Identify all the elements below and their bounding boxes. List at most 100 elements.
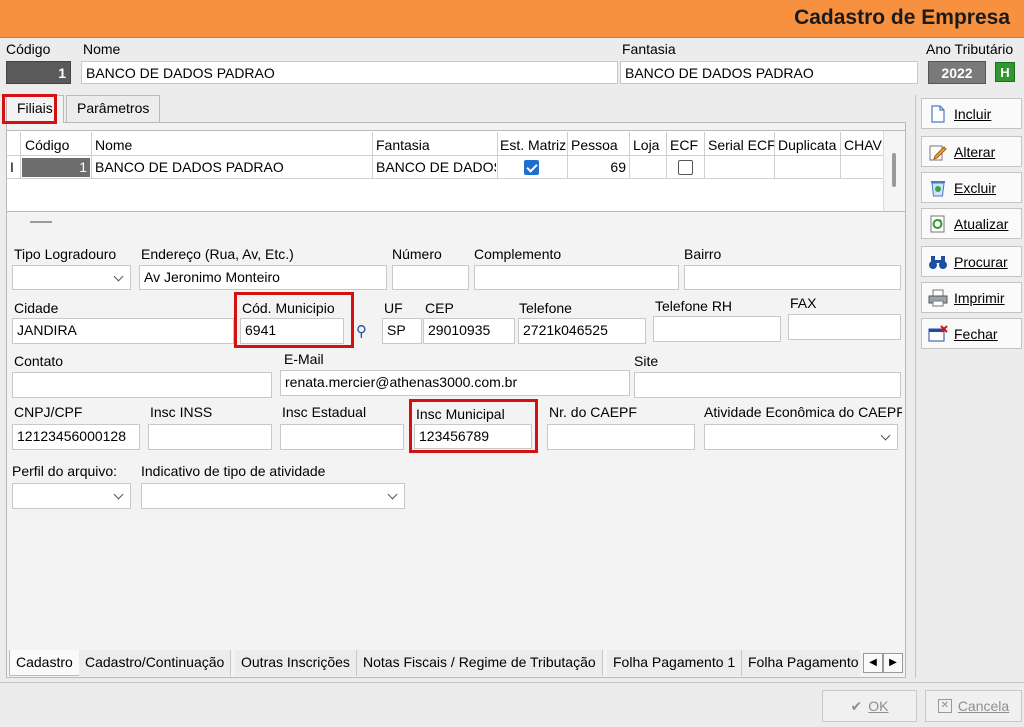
inss-label: Insc INSS	[150, 404, 213, 420]
tipo-logradouro-select[interactable]	[12, 265, 131, 290]
procurar-button[interactable]: Procurar	[921, 246, 1022, 277]
atualizar-button[interactable]: Atualizar	[921, 208, 1022, 239]
grid-sep	[629, 132, 630, 178]
tab-folha-pagamento-label: Folha Pagamento	[748, 654, 859, 670]
binoculars-icon	[928, 252, 948, 272]
cep-field[interactable]: 29010935	[423, 318, 515, 344]
endereco-label: Endereço (Rua, Av, Etc.)	[141, 246, 294, 262]
grid-sep	[840, 132, 841, 178]
incluir-button[interactable]: Incluir	[921, 98, 1022, 129]
new-document-icon	[928, 104, 948, 124]
codigo-field[interactable]: 1	[6, 61, 71, 84]
highlight-cod-municipio	[234, 292, 354, 348]
refresh-icon	[928, 214, 948, 234]
inss-field[interactable]	[148, 424, 272, 450]
cell-est-matriz-checkbox[interactable]	[524, 160, 539, 175]
grid-horizontal-scroll-thumb[interactable]	[30, 221, 52, 223]
bairro-field[interactable]	[684, 265, 901, 290]
cidade-field[interactable]: JANDIRA	[12, 318, 234, 344]
title-bar: Cadastro de Empresa	[0, 0, 1024, 38]
binoculars-icon[interactable]: ⚲	[356, 322, 367, 340]
col-est-matriz[interactable]: Est. Matriz	[500, 137, 566, 153]
tab-folha-pagamento-1-label: Folha Pagamento 1	[613, 654, 736, 670]
cell-ecf-checkbox[interactable]	[678, 160, 693, 175]
highlight-filiais	[2, 94, 57, 124]
col-chav[interactable]: CHAV	[844, 137, 882, 153]
atividade-caepf-label: Atividade Econômica do CAEPF	[704, 404, 902, 420]
indicativo-select[interactable]	[141, 483, 405, 509]
recycle-bin-icon	[928, 178, 948, 198]
atividade-caepf-select[interactable]	[704, 424, 898, 450]
cnpj-label: CNPJ/CPF	[14, 404, 83, 420]
tab-cadastro-continuacao[interactable]: Cadastro/Continuação	[79, 650, 232, 676]
excluir-button[interactable]: Excluir	[921, 172, 1022, 203]
nome-field[interactable]: BANCO DE DADOS PADRAO	[81, 61, 618, 84]
grid-vertical-scrollbar[interactable]	[883, 131, 905, 211]
imprimir-button[interactable]: Imprimir	[921, 282, 1022, 313]
tab-cadastro[interactable]: Cadastro	[9, 650, 80, 676]
ok-button[interactable]: ✔ OK	[822, 690, 917, 722]
edit-pencil-icon	[928, 142, 948, 162]
col-loja[interactable]: Loja	[633, 137, 659, 153]
tab-notas-fiscais[interactable]: Notas Fiscais / Regime de Tributação	[357, 650, 603, 676]
cancela-button[interactable]: ✕ Cancela	[925, 690, 1022, 722]
uf-field[interactable]: SP	[382, 318, 422, 344]
contato-field[interactable]	[12, 372, 272, 398]
complemento-field[interactable]	[474, 265, 679, 290]
col-serial-ecf[interactable]: Serial ECF	[708, 137, 776, 153]
tab-notas-fiscais-label: Notas Fiscais / Regime de Tributação	[363, 654, 596, 670]
col-fantasia[interactable]: Fantasia	[376, 137, 430, 153]
tab-outras-inscricoes[interactable]: Outras Inscrições	[235, 650, 357, 676]
cell-nome[interactable]: BANCO DE DADOS PADRAO	[95, 157, 284, 178]
highlight-insc-municipal	[409, 399, 538, 453]
email-field[interactable]: renata.mercier@athenas3000.com.br	[280, 370, 630, 396]
tabs-scroll-right-icon[interactable]: ▶	[883, 653, 903, 673]
cancela-label: Cancela	[957, 698, 1010, 714]
bairro-label: Bairro	[684, 246, 722, 262]
cep-label: CEP	[425, 300, 454, 316]
grid-scroll-thumb[interactable]	[892, 153, 896, 187]
codigo-label: Código	[6, 41, 51, 57]
printer-icon	[928, 288, 948, 308]
cell-loja[interactable]	[633, 157, 663, 178]
telefone-rh-label: Telefone RH	[655, 298, 733, 314]
tab-parametros[interactable]: Parâmetros	[66, 95, 161, 122]
numero-field[interactable]	[392, 265, 469, 290]
tabs-scroll-left-icon[interactable]: ◀	[863, 653, 883, 673]
fantasia-label: Fantasia	[622, 41, 676, 57]
cell-codigo[interactable]: 1	[22, 158, 90, 177]
cnpj-field[interactable]: 12123456000128	[12, 424, 140, 450]
alterar-button[interactable]: Alterar	[921, 136, 1022, 167]
site-field[interactable]	[634, 372, 901, 398]
right-panel-divider	[915, 95, 916, 678]
perfil-arquivo-label: Perfil do arquivo:	[12, 463, 118, 479]
col-ecf[interactable]: ECF	[670, 137, 698, 153]
contato-label: Contato	[14, 353, 64, 369]
ano-tributario-field[interactable]: 2022	[928, 61, 986, 84]
telefone-field[interactable]: 2721k046525	[518, 318, 646, 344]
grid-sep	[774, 132, 775, 178]
caepf-field[interactable]	[547, 424, 695, 450]
fax-field[interactable]	[788, 314, 901, 340]
grid-header-divider	[7, 155, 883, 156]
fantasia-field[interactable]: BANCO DE DADOS PADRAO	[620, 61, 918, 84]
col-pessoa[interactable]: Pessoa	[571, 137, 618, 153]
col-duplicata[interactable]: Duplicata	[778, 137, 836, 153]
fechar-button[interactable]: Fechar	[921, 318, 1022, 349]
endereco-field[interactable]: Av Jeronimo Monteiro	[139, 265, 387, 290]
col-codigo[interactable]: Código	[25, 137, 69, 153]
window-title: Cadastro de Empresa	[794, 6, 1010, 29]
col-nome[interactable]: Nome	[95, 137, 132, 153]
telefone-rh-field[interactable]	[653, 316, 781, 342]
caepf-label: Nr. do CAEPF	[549, 404, 637, 420]
ano-help-button[interactable]: H	[995, 62, 1015, 82]
grid-sep	[20, 132, 21, 178]
check-icon: ✔	[850, 697, 863, 714]
perfil-arquivo-select[interactable]	[12, 483, 131, 509]
tab-folha-pagamento-1[interactable]: Folha Pagamento 1	[607, 650, 743, 676]
cell-pessoa[interactable]: 69	[572, 157, 626, 178]
tab-folha-pagamento[interactable]: Folha Pagamento	[742, 650, 860, 676]
excluir-label: Excluir	[954, 179, 997, 196]
cell-fantasia[interactable]: BANCO DE DADOS	[376, 157, 496, 178]
estadual-field[interactable]	[280, 424, 404, 450]
